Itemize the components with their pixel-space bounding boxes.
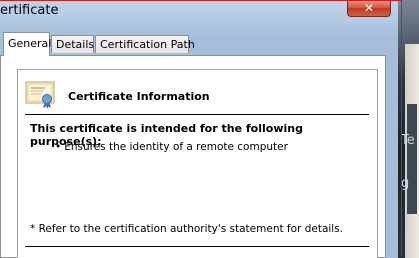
certificate-dialog: ertificate ✕ General Details Certificati… — [0, 0, 398, 258]
bullet: • — [55, 141, 62, 153]
background-text-fragment: g — [401, 176, 410, 191]
tab-details[interactable]: Details — [51, 35, 94, 53]
certificate-information-box: Certificate Information This certificate… — [17, 69, 378, 258]
background-scrollbar[interactable] — [405, 44, 419, 258]
tab-certification-path[interactable]: Certification Path — [95, 35, 195, 53]
purpose-text: Ensures the identity of a remote compute… — [64, 141, 288, 153]
tab-strip: General Details Certification Path — [0, 32, 398, 56]
window-title: ertificate — [0, 3, 59, 18]
certificate-icon — [25, 81, 55, 109]
close-icon: ✕ — [363, 1, 375, 15]
title-bar[interactable]: ertificate ✕ — [0, 0, 398, 24]
tab-general-label: General — [8, 37, 52, 50]
footer-divider — [25, 246, 369, 247]
background-text-fragment: Te — [401, 133, 415, 148]
tab-details-label: Details — [56, 38, 95, 51]
close-button[interactable]: ✕ — [347, 0, 391, 17]
general-tab-panel: Certificate Information This certificate… — [0, 55, 386, 258]
tab-certification-path-label: Certification Path — [100, 38, 195, 51]
purpose-list-item: • Ensures the identity of a remote comput… — [55, 141, 288, 153]
heading-divider — [25, 114, 369, 115]
certificate-information-heading: Certificate Information — [68, 90, 210, 103]
footnote-text: * Refer to the certification authority's… — [30, 223, 344, 235]
scrollbar-thumb[interactable] — [407, 104, 417, 214]
tab-general[interactable]: General — [3, 32, 52, 56]
